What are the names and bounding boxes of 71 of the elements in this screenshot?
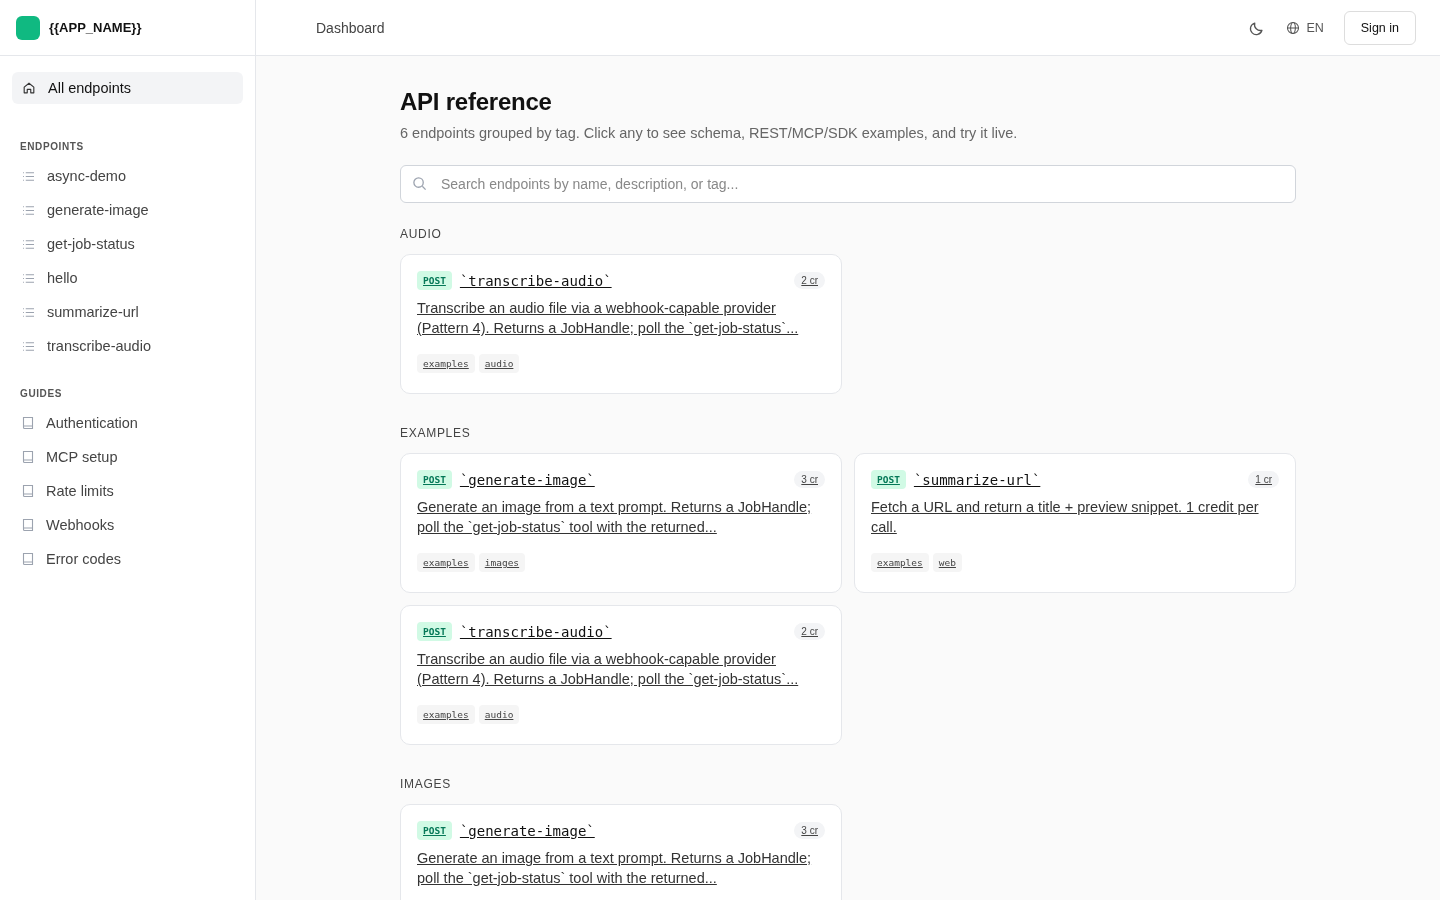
list-icon [22, 238, 35, 250]
tag: images [478, 553, 526, 572]
tag: examples [417, 705, 475, 724]
endpoint-name: `generate-image` [459, 822, 595, 839]
endpoint-description: Fetch a URL and return a title + preview snippet. 1 credit per call. [871, 498, 1260, 537]
endpoint-card[interactable]: POST `generate-image` 3 cr Generate an image from a text prompt. Returns a JobHandle; poll the `get-job-status` tool with the returned... examples images [400, 453, 842, 593]
endpoint-description: Transcribe an audio file via a webhook-capable provider (Pattern 4). Returns a JobHandle; poll the `get-job-status`... [417, 299, 800, 338]
sidebar-item[interactable]: MCP setup [12, 440, 243, 474]
endpoint-card[interactable]: POST `summarize-url` 1 cr Fetch a URL and return a title + preview snippet. 1 credit per call. examples web [854, 453, 1296, 593]
book-icon [22, 450, 34, 464]
cost-badge: 3 cr [794, 471, 825, 488]
cost-badge: 2 cr [794, 623, 825, 640]
sidebar-item[interactable]: Authentication [12, 406, 243, 440]
list-icon [22, 170, 35, 182]
sidebar-item[interactable]: Webhooks [12, 508, 243, 542]
tag: examples [417, 354, 475, 373]
cost-badge: 3 cr [794, 822, 825, 839]
sidebar-item[interactable]: Error codes [12, 542, 243, 576]
endpoint-name: `generate-image` [459, 471, 595, 488]
sign-in-button[interactable]: Sign in [1343, 10, 1416, 45]
group-heading: EXAMPLES [400, 426, 472, 440]
breadcrumb: Dashboard [316, 19, 385, 36]
tag: web [932, 553, 962, 572]
app-name: {{APP_NAME}} [49, 20, 142, 35]
endpoint-name: `transcribe-audio` [459, 623, 612, 640]
sidebar-item[interactable]: transcribe-audio [12, 329, 243, 363]
list-icon [22, 340, 35, 352]
sidebar-item[interactable]: All endpoints [12, 72, 243, 104]
book-icon [22, 416, 34, 430]
tag: audio [478, 705, 520, 724]
sidebar-item[interactable]: get-job-status [12, 227, 243, 261]
cost-badge: 1 cr [1248, 471, 1279, 488]
logo-icon [16, 15, 40, 40]
list-icon [22, 306, 35, 318]
method-badge: POST [417, 821, 452, 840]
method-badge: POST [417, 271, 452, 290]
search-field[interactable]: Search endpoints by name, description, or tag... [400, 165, 1296, 203]
endpoint-description: Generate an image from a text prompt. Returns a JobHandle; poll the `get-job-status` tool with the returned... [417, 849, 813, 888]
cost-badge: 2 cr [794, 272, 825, 289]
endpoint-name: `summarize-url` [913, 471, 1041, 488]
sidebar-item[interactable]: summarize-url [12, 295, 243, 329]
page-subtitle: 6 endpoints grouped by tag. Click any to see schema, REST/MCP/SDK examples, and try it live. [400, 125, 1019, 141]
endpoint-card[interactable]: POST `transcribe-audio` 2 cr Transcribe an audio file via a webhook-capable provider (Pattern 4). Returns a JobHandle; poll the `get-job-status`... examples audio [400, 254, 842, 394]
sidebar-item[interactable]: async-demo [12, 159, 243, 193]
method-badge: POST [417, 470, 452, 489]
sidebar-item[interactable]: hello [12, 261, 243, 295]
page-title: API reference [400, 88, 553, 116]
endpoint-card[interactable]: POST `transcribe-audio` 2 cr Transcribe an audio file via a webhook-capable provider (Pattern 4). Returns a JobHandle; poll the `get-job-status`... examples audio [400, 605, 842, 745]
method-badge: POST [871, 470, 906, 489]
book-icon [22, 484, 34, 498]
sidebar-item[interactable]: Rate limits [12, 474, 243, 508]
list-icon [22, 272, 35, 284]
method-badge: POST [417, 622, 452, 641]
endpoint-card[interactable]: POST `generate-image` 3 cr Generate an image from a text prompt. Returns a JobHandle; poll the `get-job-status` tool with the returned... [400, 804, 842, 900]
tag: audio [478, 354, 520, 373]
language-button[interactable]: EN [1286, 20, 1324, 35]
book-icon [22, 518, 34, 532]
endpoint-description: Transcribe an audio file via a webhook-capable provider (Pattern 4). Returns a JobHandle; poll the `get-job-status`... [417, 650, 800, 689]
endpoint-description: Generate an image from a text prompt. Returns a JobHandle; poll the `get-job-status` tool with the returned... [417, 498, 813, 537]
group-heading: AUDIO [400, 227, 443, 241]
tag: examples [871, 553, 929, 572]
home-icon [22, 81, 36, 95]
section-heading: ENDPOINTS [19, 140, 85, 154]
book-icon [22, 552, 34, 566]
globe-icon [1286, 20, 1301, 35]
tag: examples [417, 553, 475, 572]
section-heading: GUIDES [19, 387, 63, 401]
endpoint-name: `transcribe-audio` [459, 272, 612, 289]
list-icon [22, 204, 35, 216]
sidebar-item[interactable]: generate-image [12, 193, 243, 227]
group-heading: IMAGES [400, 777, 452, 791]
